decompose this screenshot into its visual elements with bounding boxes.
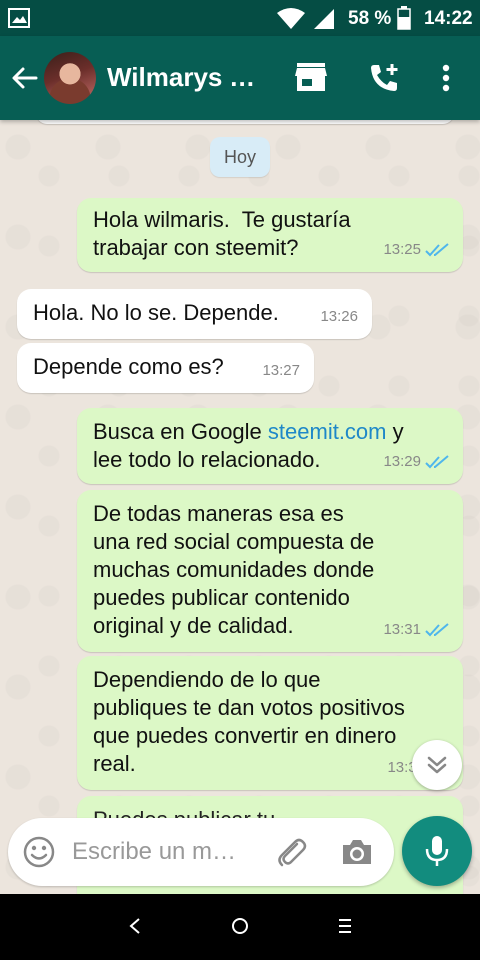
message-text: Depende como es?: [33, 354, 224, 379]
date-divider-label: Hoy: [223, 146, 256, 167]
message-text: Busca en Google steemit.com y lee todo l…: [93, 418, 404, 474]
nav-back-icon[interactable]: [126, 916, 144, 936]
message-time: 13:25: [383, 241, 421, 258]
message-text-before: Busca en Google: [93, 419, 268, 444]
more-vert-icon[interactable]: [436, 62, 456, 94]
nav-home-icon[interactable]: [230, 916, 250, 936]
nav-recents-icon[interactable]: [336, 916, 354, 936]
mic-button[interactable]: [402, 816, 472, 886]
read-receipt-icon: [425, 455, 449, 469]
message-time: 13:27: [262, 362, 300, 379]
read-receipt-icon: [425, 623, 449, 637]
message-meta: 13:25: [383, 236, 449, 264]
status-clock: 14:22: [424, 8, 473, 29]
add-call-icon[interactable]: [368, 62, 400, 94]
arrow-back-icon[interactable]: [10, 64, 38, 92]
system-navigation-bar: [0, 894, 480, 960]
message-time: 13:29: [383, 453, 421, 470]
status-bar: 58 % 14:22: [0, 0, 480, 36]
emoji-icon[interactable]: [22, 835, 56, 869]
mic-icon: [425, 836, 449, 866]
outgoing-message[interactable]: De todas maneras esa es una red social c…: [77, 490, 463, 652]
double-chevron-down-icon: [427, 756, 447, 774]
cell-signal-icon: [314, 9, 334, 29]
message-text: De todas maneras esa es una red social c…: [93, 501, 375, 638]
message-link[interactable]: steemit.com: [268, 419, 387, 444]
message-text: Dependiendo de lo que publiques te dan v…: [93, 667, 405, 776]
incoming-message[interactable]: Hola. No lo se. Depende. 13:26: [17, 289, 372, 339]
camera-icon[interactable]: [340, 837, 374, 867]
message-text: Hola. No lo se. Depende.: [33, 300, 279, 325]
message-composer: Escribe un m…: [8, 818, 394, 886]
message-meta: 13:29: [383, 448, 449, 476]
message-meta: 13:27: [262, 357, 300, 385]
outgoing-message[interactable]: Busca en Google steemit.com y lee todo l…: [77, 408, 463, 484]
image-notification-icon: [8, 8, 30, 28]
message-input[interactable]: Escribe un m…: [72, 838, 236, 866]
message-time: 13:26: [320, 308, 358, 325]
whatsapp-chat-screen: 58 % 14:22 Wilmarys Y… Hoy Hola wilmaris…: [0, 0, 480, 960]
store-icon[interactable]: [294, 62, 328, 92]
chat-header: Wilmarys Y…: [0, 36, 480, 120]
message-meta: 13:26: [320, 303, 358, 331]
message-time: 13:31: [383, 621, 421, 638]
message-text: Hola wilmaris. Te gustaría trabajar con …: [93, 207, 351, 260]
contact-name[interactable]: Wilmarys Y…: [107, 62, 267, 93]
message-list[interactable]: Hoy Hola wilmaris. Te gustaría trabajar …: [0, 120, 480, 894]
scroll-to-bottom-button[interactable]: [412, 740, 462, 790]
read-receipt-icon: [425, 243, 449, 257]
previous-message-fragment: [36, 120, 454, 124]
battery-icon: [397, 6, 411, 30]
message-meta: 13:31: [383, 616, 449, 644]
date-divider: Hoy: [210, 137, 270, 177]
wifi-icon: [277, 8, 305, 29]
contact-avatar[interactable]: [44, 52, 96, 104]
outgoing-message[interactable]: Hola wilmaris. Te gustaría trabajar con …: [77, 198, 463, 272]
battery-percent: 58 %: [348, 8, 392, 29]
outgoing-message[interactable]: Dependiendo de lo que publiques te dan v…: [77, 656, 463, 790]
incoming-message[interactable]: Depende como es? 13:27: [17, 343, 314, 393]
paperclip-icon[interactable]: [274, 835, 308, 869]
